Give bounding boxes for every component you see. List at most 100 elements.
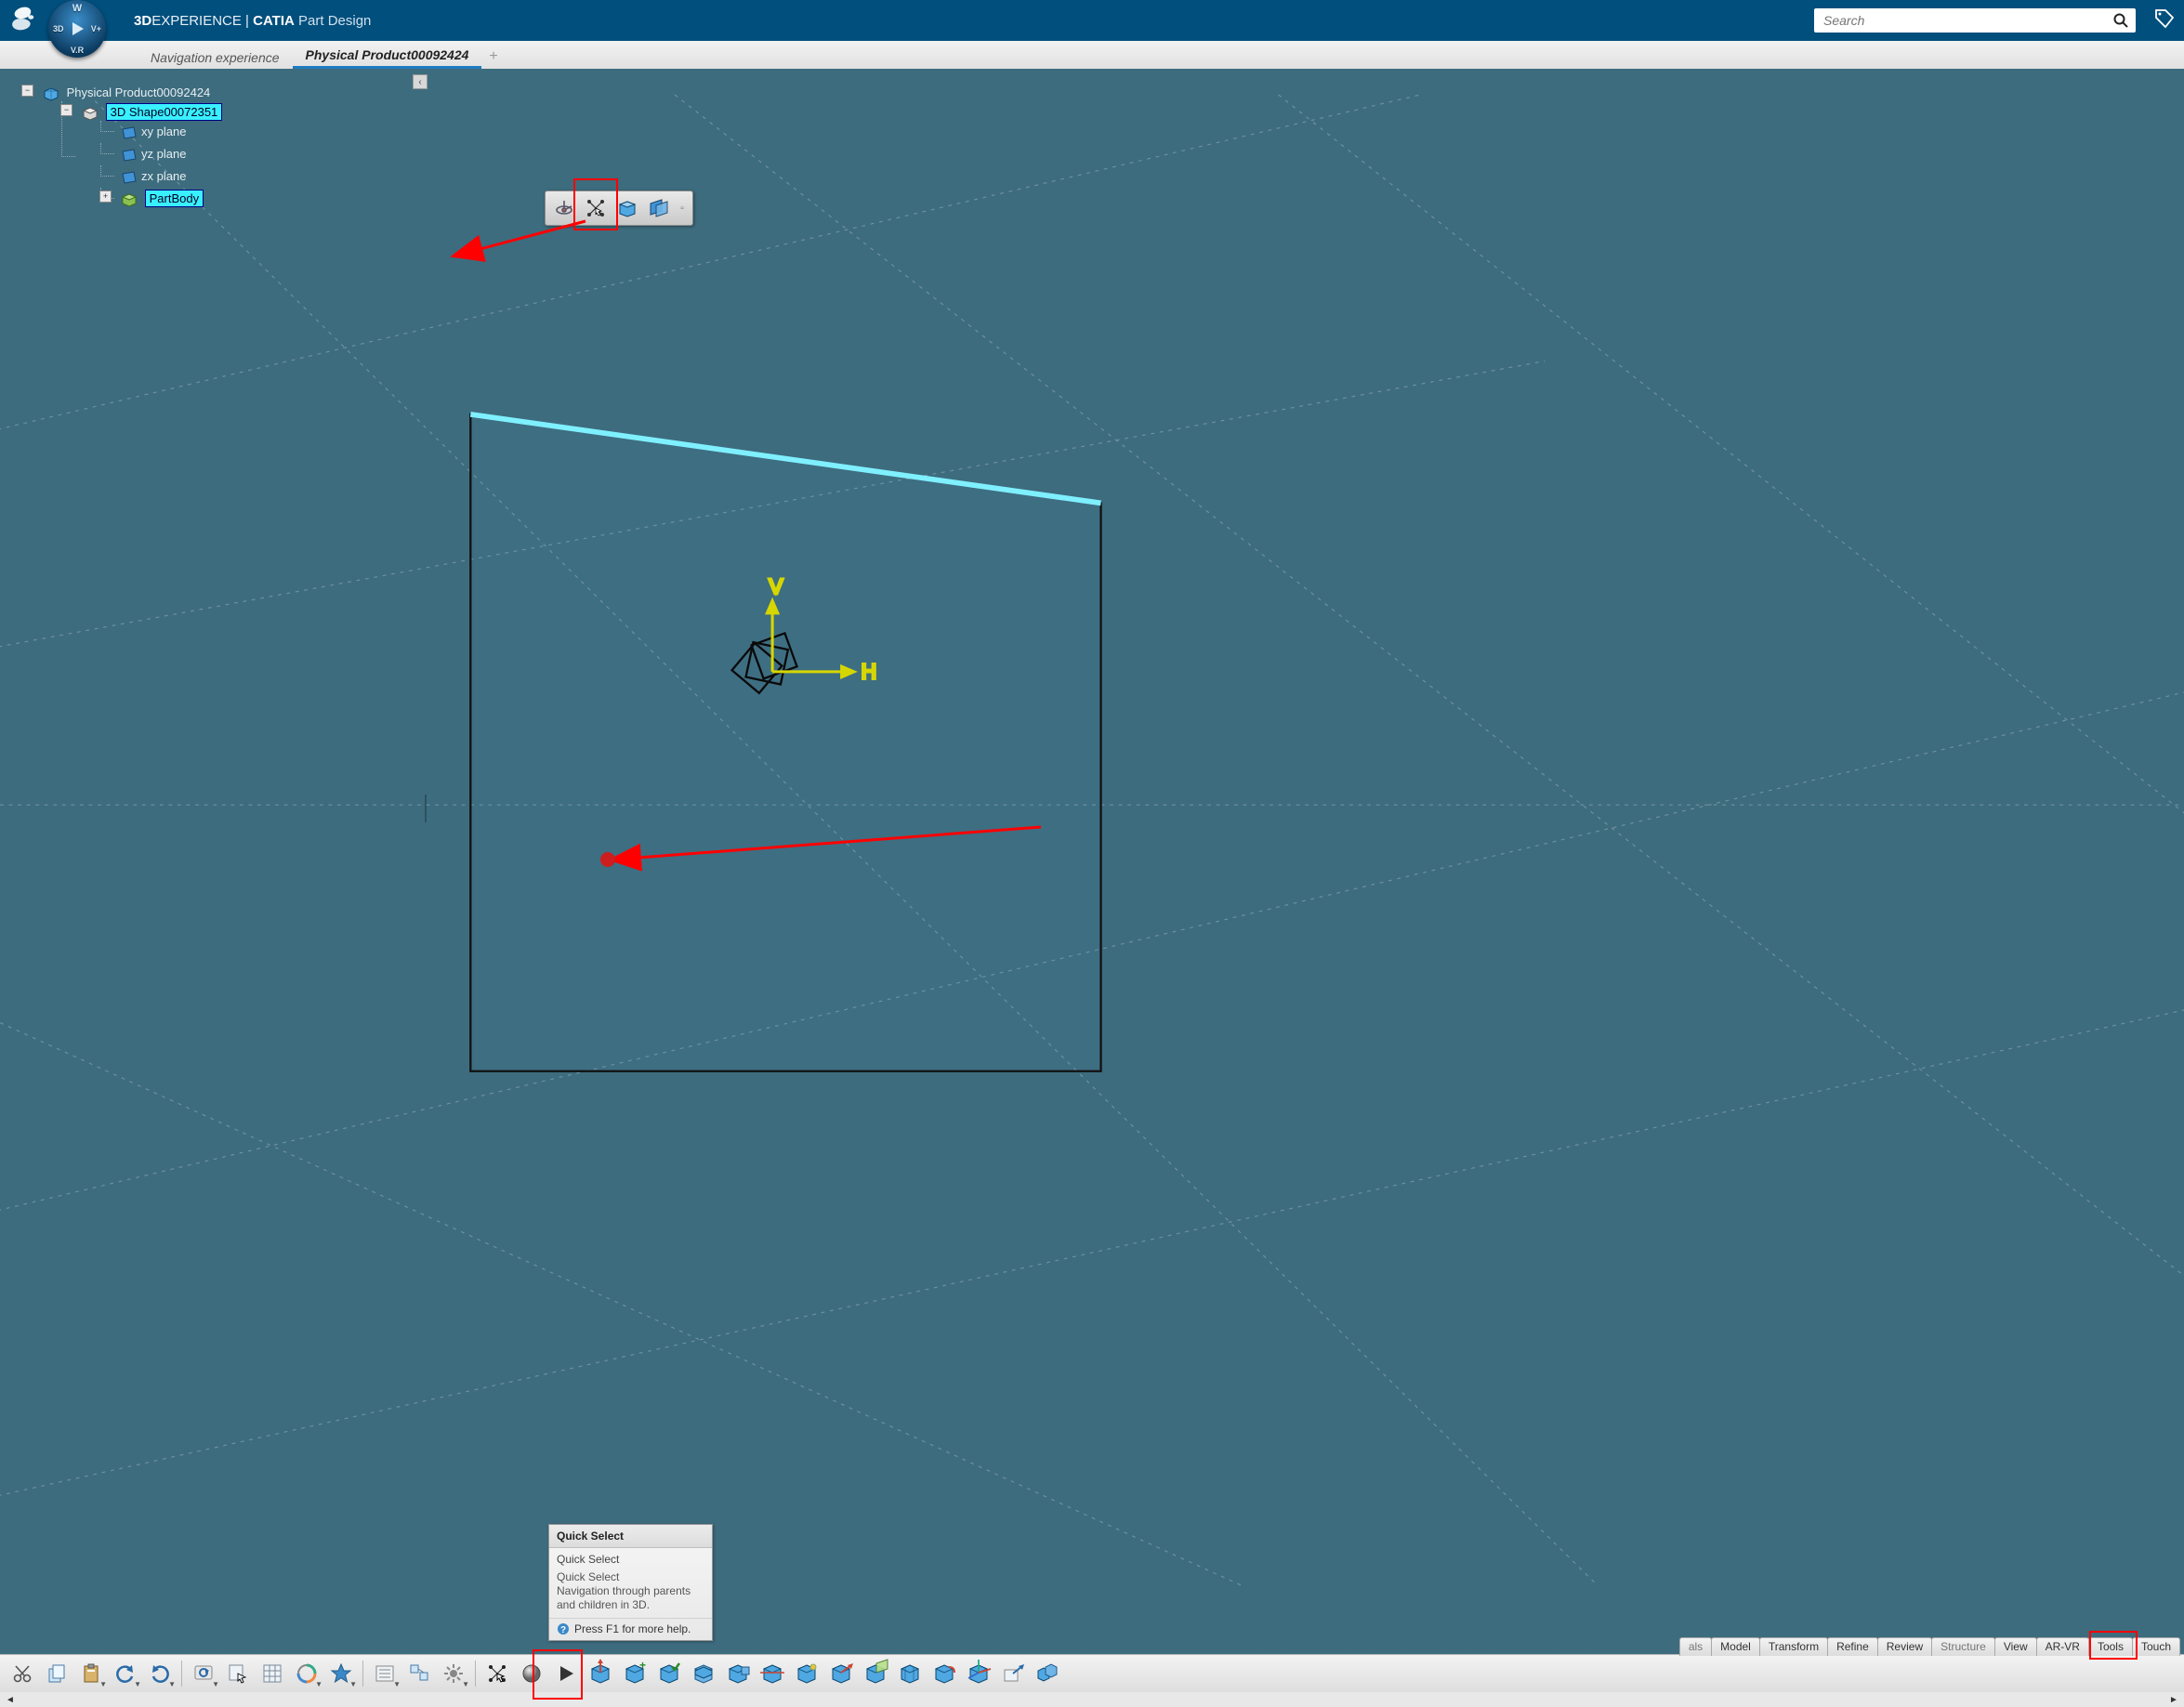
ribbon-tab-review[interactable]: Review: [1877, 1637, 1932, 1656]
ribbon-tab-tools[interactable]: Tools: [2088, 1637, 2133, 1656]
pad-icon[interactable]: [584, 1658, 617, 1689]
ds-logo-icon[interactable]: [9, 5, 37, 37]
settings-icon[interactable]: ▼: [437, 1658, 470, 1689]
help-icon: ?: [557, 1622, 570, 1635]
compass-south: V.R: [71, 46, 84, 55]
compass-east: V+: [91, 24, 101, 33]
search-icon[interactable]: [2113, 13, 2128, 28]
shell-check-icon[interactable]: [652, 1658, 686, 1689]
toolbar-separator: [475, 1661, 476, 1687]
tooltip-help: Press F1 for more help.: [574, 1622, 691, 1635]
quick-select-icon[interactable]: [480, 1658, 514, 1689]
ribbon-tab-view[interactable]: View: [1994, 1637, 2037, 1656]
spec-tree[interactable]: − Physical Product00092424 − 3D Shape000…: [0, 74, 428, 223]
plane-icon: [121, 170, 138, 185]
tree-root-label[interactable]: Physical Product00092424: [67, 85, 211, 99]
ribbon-tab-structure[interactable]: Structure: [1931, 1637, 1995, 1656]
shape-icon: [82, 106, 99, 121]
tab-physical-product[interactable]: Physical Product00092424: [293, 42, 482, 69]
box-plane-icon[interactable]: [859, 1658, 892, 1689]
tree-reframe-icon[interactable]: [402, 1658, 436, 1689]
selected-plane[interactable]: [470, 414, 1100, 1071]
cut-icon[interactable]: [6, 1658, 39, 1689]
ribbon-tab-arvr[interactable]: AR-VR: [2036, 1637, 2089, 1656]
compass-west: 3D: [53, 24, 64, 33]
tab-navigation-experience[interactable]: Navigation experience: [138, 45, 293, 69]
toolbar-separator: [362, 1661, 363, 1687]
play-icon[interactable]: [549, 1658, 583, 1689]
spec-tree-panel: ‹ − Physical Product00092424 − 3D Shape0…: [0, 74, 428, 223]
box-slide-icon[interactable]: [756, 1658, 789, 1689]
list-icon[interactable]: ▼: [368, 1658, 401, 1689]
export-icon[interactable]: [996, 1658, 1030, 1689]
bottom-toolbar: ▼▼▼▼▼▼▼▼+: [0, 1654, 2184, 1692]
update-icon[interactable]: ▼: [187, 1658, 220, 1689]
plane-icon: [121, 148, 138, 163]
robot-icon[interactable]: [548, 194, 580, 222]
ribbon-tabs: als Model Transform Refine Review Struct…: [0, 1637, 2184, 1656]
toolbar-drag-handle[interactable]: ▫: [675, 194, 690, 222]
viewport-3d[interactable]: V H: [0, 69, 2184, 1648]
copy-icon[interactable]: [40, 1658, 73, 1689]
document-tabbar: Navigation experience Physical Product00…: [0, 41, 2184, 70]
box-axis-icon[interactable]: [962, 1658, 995, 1689]
quick-select-icon[interactable]: [580, 194, 612, 222]
play-icon[interactable]: [69, 20, 86, 37]
ribbon-tab-essentials[interactable]: als: [1679, 1637, 1712, 1656]
search-input[interactable]: [1822, 12, 2113, 29]
redo-icon[interactable]: ▼: [143, 1658, 177, 1689]
box-row-icon[interactable]: [721, 1658, 755, 1689]
ribbon-tab-touch[interactable]: Touch: [2132, 1637, 2180, 1656]
favorite-icon[interactable]: ▼: [324, 1658, 358, 1689]
select-under-icon[interactable]: [221, 1658, 255, 1689]
app-title: 3DEXPERIENCE | CATIA Part Design: [134, 13, 371, 29]
axis-h-label: H: [862, 660, 877, 684]
scene-svg: V H: [0, 69, 2184, 1648]
tooltip-title: Quick Select: [549, 1525, 712, 1548]
tooltip-desc: Navigation through parents and children …: [557, 1584, 691, 1611]
plane-icon: [121, 125, 138, 140]
ribbon-tab-model[interactable]: Model: [1711, 1637, 1760, 1656]
tooltip-subtitle: Quick Select: [549, 1548, 712, 1568]
box-link-icon[interactable]: [928, 1658, 961, 1689]
axis-system-icon[interactable]: ▼: [290, 1658, 323, 1689]
pad-plus-icon[interactable]: +: [618, 1658, 651, 1689]
expander-icon[interactable]: −: [60, 104, 72, 116]
box-grid-icon[interactable]: [893, 1658, 927, 1689]
svg-text:+: +: [639, 1659, 646, 1672]
tree-plane-yz[interactable]: yz plane: [141, 147, 186, 161]
axis-v-label: V: [769, 574, 783, 598]
undo-icon[interactable]: ▼: [109, 1658, 142, 1689]
toolbar-separator: [181, 1661, 182, 1687]
tree-shape-label[interactable]: 3D Shape00072351: [106, 103, 223, 121]
compass-north: W: [72, 3, 82, 14]
tree-plane-xy[interactable]: xy plane: [141, 125, 186, 138]
viewport-divider[interactable]: [425, 794, 427, 822]
scroll-left-icon[interactable]: ◄: [0, 1692, 20, 1707]
search-box[interactable]: [1814, 8, 2136, 33]
ribbon-tab-transform[interactable]: Transform: [1759, 1637, 1828, 1656]
tab-add-button[interactable]: +: [481, 45, 505, 69]
scroll-right-icon[interactable]: ►: [2164, 1692, 2184, 1707]
box-dot-icon[interactable]: [790, 1658, 823, 1689]
box-arrow-icon[interactable]: [824, 1658, 858, 1689]
tooltip-desc-title: Quick Select: [557, 1570, 619, 1583]
multi-box-icon[interactable]: [1031, 1658, 1064, 1689]
tag-icon[interactable]: [2154, 8, 2175, 33]
expander-icon[interactable]: −: [21, 85, 33, 97]
tree-partbody-label[interactable]: PartBody: [145, 190, 204, 207]
sphere-icon[interactable]: [515, 1658, 548, 1689]
box-stack-icon[interactable]: [687, 1658, 720, 1689]
tree-plane-zx[interactable]: zx plane: [141, 169, 186, 183]
grid-display-icon[interactable]: [256, 1658, 289, 1689]
top-bar: W V.R 3D V+ 3DEXPERIENCE | CATIA Part De…: [0, 0, 2184, 41]
compass-widget[interactable]: W V.R 3D V+: [48, 0, 106, 58]
partbody-icon: [121, 192, 138, 207]
ribbon-tab-refine[interactable]: Refine: [1827, 1637, 1878, 1656]
expander-icon[interactable]: +: [99, 190, 112, 203]
horizontal-scrollbar[interactable]: ◄ ►: [0, 1692, 2184, 1707]
offset-plane-icon[interactable]: [643, 194, 675, 222]
svg-text:?: ?: [560, 1625, 566, 1635]
sketch-face-icon[interactable]: [612, 194, 643, 222]
paste-icon[interactable]: ▼: [74, 1658, 108, 1689]
